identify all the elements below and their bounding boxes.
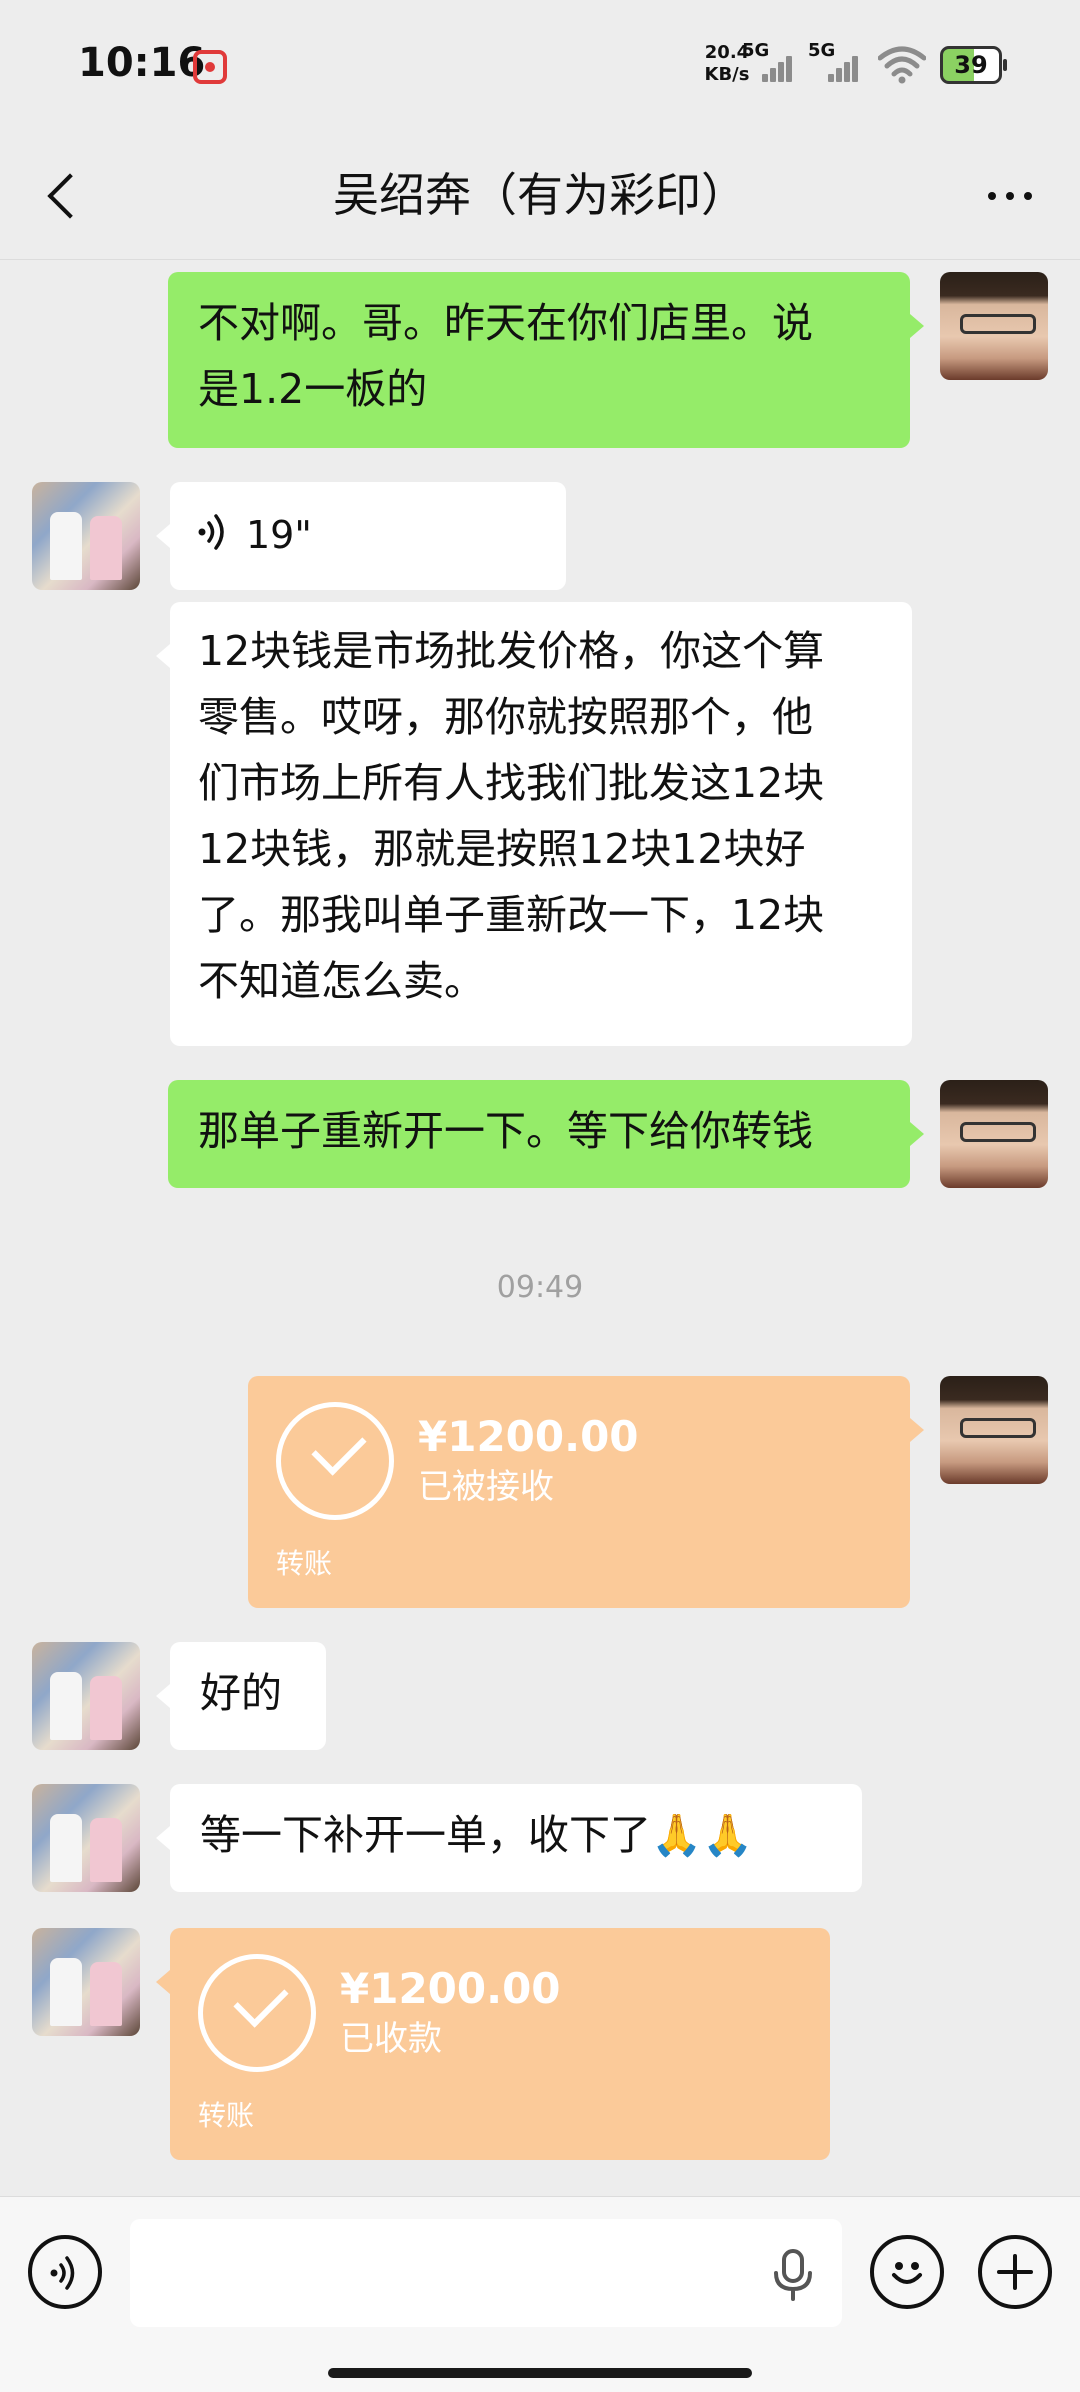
message-bubble-received[interactable]: 好的 xyxy=(156,1642,326,1750)
message-text: 们市场上所有人找我们批发这12块 xyxy=(198,759,825,807)
voice-mode-icon xyxy=(50,2256,75,2290)
transfer-amount: ¥1200.00 xyxy=(340,1964,561,2013)
my-avatar[interactable] xyxy=(940,272,1048,380)
message-bubble-sent[interactable]: 不对啊。哥。昨天在你们店里。说 是1.2一板的 xyxy=(168,272,924,448)
status-bar: 10:16 20.4 KB/s 5G 5G 39 xyxy=(0,0,1080,130)
contact-avatar[interactable] xyxy=(32,1642,140,1750)
back-button[interactable] xyxy=(34,160,104,230)
transfer-amount: ¥1200.00 xyxy=(418,1412,639,1461)
home-indicator[interactable] xyxy=(328,2368,752,2378)
more-dot-icon xyxy=(1024,192,1032,200)
message-text: 好的 xyxy=(200,1669,282,1717)
voice-wave-icon xyxy=(198,514,224,550)
input-bar xyxy=(0,2196,1080,2392)
message-text: 零售。哎呀，那你就按照那个，他 xyxy=(198,693,813,741)
message-text: 12块钱是市场批发价格，你这个算 xyxy=(198,627,825,675)
battery-level: 39 xyxy=(954,51,988,79)
transfer-status: 已被接收 xyxy=(418,1467,554,1507)
message-bubble-sent[interactable]: 那单子重新开一下。等下给你转钱 xyxy=(168,1080,924,1188)
voice-duration: 19" xyxy=(246,513,312,557)
microphone-icon[interactable] xyxy=(768,2247,818,2303)
battery-icon: 39 xyxy=(940,46,1007,84)
transfer-status: 已收款 xyxy=(340,2019,442,2059)
contact-avatar[interactable] xyxy=(32,1928,140,2036)
transfer-card-sent[interactable]: ¥1200.00 已被接收 转账 xyxy=(248,1376,924,1608)
message-text: 不知道怎么卖。 xyxy=(198,957,485,1005)
message-text: 了。那我叫单子重新改一下，12块 xyxy=(198,891,825,939)
network-speed-unit: KB/s xyxy=(704,64,750,85)
notification-icon xyxy=(193,50,227,84)
my-avatar[interactable] xyxy=(940,1376,1048,1484)
message-text: 12块钱，那就是按照12块12块好 xyxy=(198,825,806,873)
chat-header: 吴绍奔（有为彩印） xyxy=(0,130,1080,260)
transfer-card-received[interactable]: ¥1200.00 已收款 转账 xyxy=(156,1928,830,2160)
my-avatar[interactable] xyxy=(940,1080,1048,1188)
signal-icon-1 xyxy=(762,52,798,82)
transfer-label: 转账 xyxy=(198,2099,255,2132)
message-bubble-received[interactable]: 12块钱是市场批发价格，你这个算 零售。哎呀，那你就按照那个，他 们市场上所有人… xyxy=(156,602,912,1046)
transfer-label: 转账 xyxy=(276,1547,333,1580)
status-time: 10:16 xyxy=(78,40,206,86)
time-separator: 09:49 xyxy=(496,1270,584,1305)
voice-input-button[interactable] xyxy=(28,2235,102,2309)
more-options-button[interactable] xyxy=(970,166,1050,226)
message-text: 是1.2一板的 xyxy=(198,365,428,413)
check-circle-icon xyxy=(276,1402,394,1520)
message-bubble-received[interactable]: 等一下补开一单，收下了🙏🙏 xyxy=(156,1784,862,1892)
chat-screen: 10:16 20.4 KB/s 5G 5G 39 吴绍奔（有为彩印） 不对啊。哥… xyxy=(0,0,1080,2392)
plus-icon xyxy=(997,2254,1033,2290)
message-text: 不对啊。哥。昨天在你们店里。说 xyxy=(198,299,813,347)
signal-icon-2 xyxy=(828,52,864,82)
wifi-icon xyxy=(878,46,926,84)
more-dot-icon xyxy=(988,192,996,200)
message-input[interactable] xyxy=(130,2219,842,2327)
chat-title: 吴绍奔（有为彩印） xyxy=(333,168,747,222)
check-circle-icon xyxy=(198,1954,316,2072)
more-functions-button[interactable] xyxy=(978,2235,1052,2309)
emoji-face-icon xyxy=(892,2262,922,2284)
voice-message-bubble[interactable]: 19" xyxy=(156,482,566,590)
contact-avatar[interactable] xyxy=(32,1784,140,1892)
message-text: 那单子重新开一下。等下给你转钱 xyxy=(198,1107,813,1155)
emoji-button[interactable] xyxy=(870,2235,944,2309)
more-dot-icon xyxy=(1006,192,1014,200)
message-text: 等一下补开一单，收下了🙏🙏 xyxy=(200,1811,754,1859)
contact-avatar[interactable] xyxy=(32,482,140,590)
